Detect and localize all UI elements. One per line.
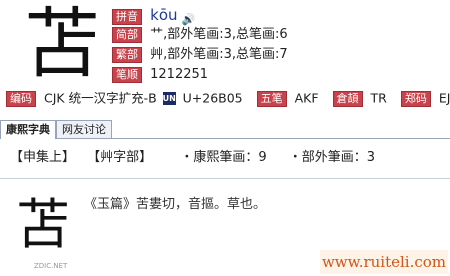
- kangxi-radical: 【艸字部】: [87, 150, 153, 165]
- traditional-radical-row: 繁部 艸,部外笔画:3,总笔画:7: [112, 46, 288, 64]
- simplified-radical-row: 简部 艹,部外笔画:3,总笔画:6: [112, 26, 288, 44]
- kangxi-strokes: ・康熙筆画：9: [180, 150, 267, 165]
- kangxi-character: 苫: [16, 193, 70, 256]
- kangxi-info: 【申集上】 【艸字部】 ・康熙筆画：9 ・部外筆画：3: [10, 148, 383, 168]
- stroke-order-value: 1212251: [150, 67, 209, 82]
- unicode-value: U+26B05: [182, 90, 243, 106]
- zdic-watermark: ZDIC.NET: [34, 262, 68, 270]
- stroke-order-label: 笔顺: [112, 66, 142, 83]
- wubi-label: 五笔: [256, 90, 287, 107]
- traditional-value: 艸,部外笔画:3,总笔画:7: [150, 47, 288, 62]
- zhengma-label: 郑码: [400, 90, 431, 107]
- wubi-value: AKF: [294, 90, 319, 106]
- tab-kangxi-dictionary[interactable]: 康熙字典: [0, 120, 56, 139]
- simplified-label: 简部: [112, 26, 142, 43]
- cangjie-value: TR: [370, 90, 387, 106]
- encoding-value: CJK 统一汉字扩充-B: [43, 90, 157, 106]
- traditional-label: 繁部: [112, 46, 142, 63]
- tab-bar: 康熙字典 网友讨论: [0, 120, 450, 139]
- definition-text: 《玉篇》苦婁切，音摳。草也。: [84, 197, 267, 212]
- kangxi-collection: 【申集上】: [10, 150, 76, 165]
- divider: [0, 178, 450, 179]
- kangxi-radical-strokes: ・部外筆画：3: [288, 150, 376, 165]
- zhengma-value: EJVV: [438, 90, 450, 106]
- site-watermark: www.ruiteli.com: [320, 250, 448, 274]
- pinyin-row: 拼音 kōu 🔊: [112, 6, 196, 26]
- encoding-row: 编码 CJK 统一汉字扩充-B UN U+26B05 五笔 AKF 倉頡 TR …: [6, 90, 450, 107]
- pinyin-label: 拼音: [112, 8, 142, 25]
- encoding-label: 编码: [6, 90, 36, 107]
- cangjie-label: 倉頡: [332, 90, 363, 107]
- tab-user-discussion[interactable]: 网友讨论: [56, 120, 112, 138]
- headword-character: 苫: [24, 0, 100, 88]
- stroke-order-row: 笔顺 1212251: [112, 66, 208, 84]
- pinyin-value: kōu: [150, 6, 178, 24]
- simplified-value: 艹,部外笔画:3,总笔画:6: [150, 27, 288, 42]
- unicode-icon: UN: [162, 92, 176, 105]
- speaker-icon[interactable]: 🔊: [182, 11, 196, 26]
